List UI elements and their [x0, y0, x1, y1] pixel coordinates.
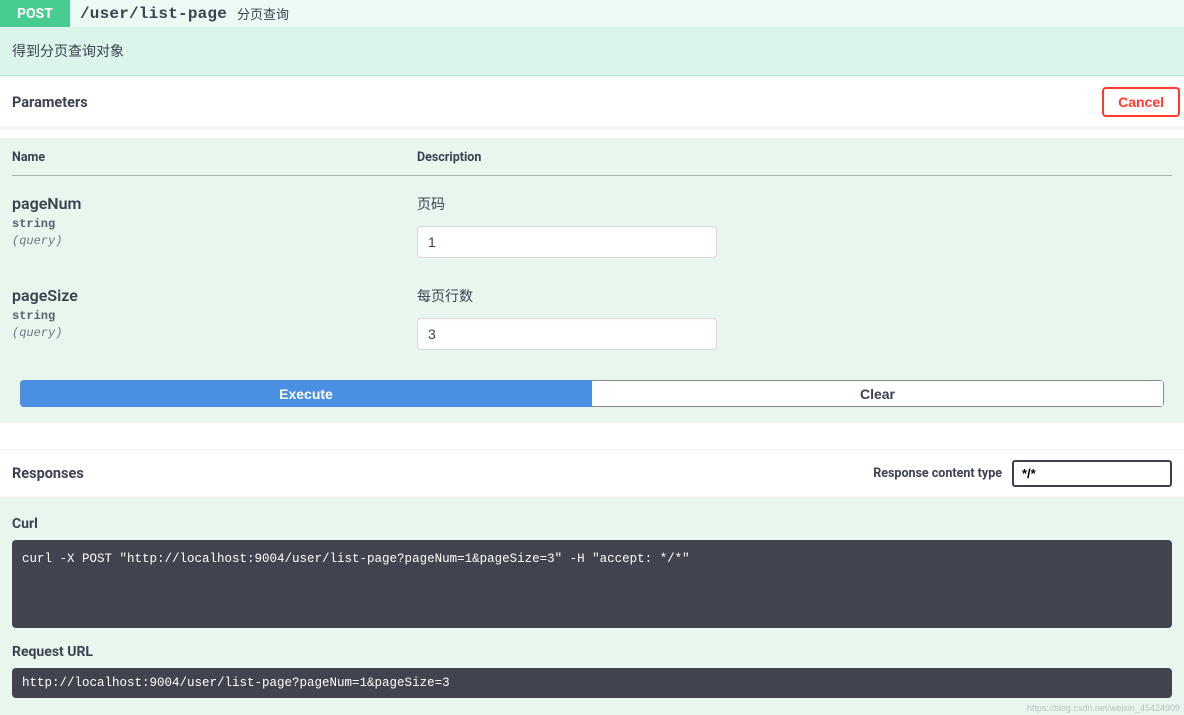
param-row: pageSize string (query) 每页行数 [12, 268, 1172, 360]
responses-title: Responses [12, 465, 84, 482]
param-header-description: Description [417, 138, 1172, 176]
clear-button[interactable]: Clear [592, 380, 1164, 407]
param-description: 页码 [417, 194, 1172, 214]
operation-description: 得到分页查询对象 [0, 27, 1184, 75]
section-gap [0, 423, 1184, 449]
operation-summary-text: 分页查询 [237, 4, 289, 23]
param-header-name: Name [12, 138, 417, 176]
param-type: string [12, 217, 417, 231]
parameters-section-header: Parameters Cancel [0, 76, 1184, 128]
operation-path: /user/list-page [70, 5, 237, 23]
param-in: (query) [12, 234, 417, 248]
request-url-label: Request URL [12, 644, 1172, 660]
response-content-type-label: Response content type [873, 466, 1002, 481]
http-method-badge: POST [0, 0, 70, 27]
watermark: https://blog.csdn.net/weixin_45424909 [1027, 703, 1180, 713]
request-url-block[interactable]: http://localhost:9004/user/list-page?pag… [12, 668, 1172, 698]
parameters-title: Parameters [12, 94, 88, 111]
response-content-type-select[interactable]: */* [1012, 460, 1172, 487]
param-input-pagesize[interactable] [417, 318, 717, 350]
param-in: (query) [12, 326, 417, 340]
parameters-body: Name Description pageNum string (query) … [0, 138, 1184, 423]
curl-label: Curl [12, 516, 1172, 532]
cancel-button[interactable]: Cancel [1102, 87, 1180, 117]
execute-button[interactable]: Execute [20, 380, 592, 407]
action-button-row: Execute Clear [20, 380, 1164, 407]
param-name: pageNum [12, 194, 417, 213]
curl-code-block[interactable]: curl -X POST "http://localhost:9004/user… [12, 540, 1172, 628]
param-description: 每页行数 [417, 286, 1172, 306]
param-name: pageSize [12, 286, 417, 305]
operation-block: POST /user/list-page 分页查询 得到分页查询对象 [0, 0, 1184, 76]
param-row: pageNum string (query) 页码 [12, 176, 1172, 269]
operation-summary[interactable]: POST /user/list-page 分页查询 [0, 0, 1184, 27]
responses-section-header: Responses Response content type */* [0, 449, 1184, 498]
param-input-pagenum[interactable] [417, 226, 717, 258]
param-type: string [12, 309, 417, 323]
parameters-table: Name Description pageNum string (query) … [12, 138, 1172, 360]
responses-body: Curl curl -X POST "http://localhost:9004… [0, 498, 1184, 715]
response-content-type-group: Response content type */* [873, 460, 1172, 487]
